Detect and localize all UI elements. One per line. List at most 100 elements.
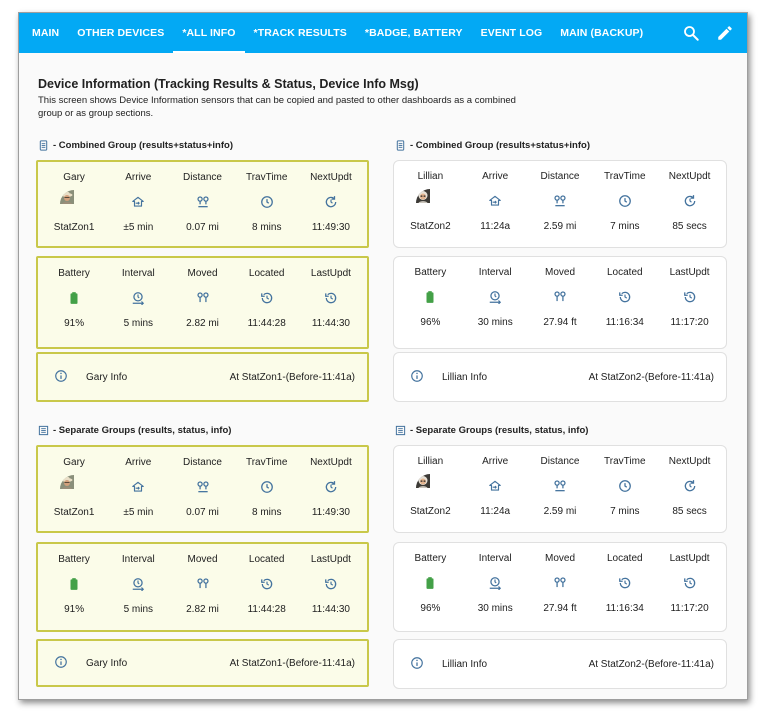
tab-track-results[interactable]: *TRACK RESULTS xyxy=(245,13,356,53)
travtime-cell[interactable]: TravTime 7 mins xyxy=(592,161,657,247)
pencil-icon[interactable] xyxy=(716,24,734,42)
person-cell[interactable]: Lillian StatZon2 xyxy=(398,161,463,247)
travtime-cell[interactable]: TravTime 8 mins xyxy=(235,447,299,531)
person-cell[interactable]: Gary StatZon1 xyxy=(42,162,106,246)
arrive-cell[interactable]: Arrive 11:24a xyxy=(463,161,528,247)
tab-event-log[interactable]: EVENT LOG xyxy=(472,13,552,53)
tab-main-backup[interactable]: MAIN (BACKUP) xyxy=(551,13,652,53)
nextupdt-icon-slot xyxy=(676,474,704,502)
moved-value: 2.82 mi xyxy=(186,604,219,615)
battery-cell[interactable]: Battery 91% xyxy=(42,258,106,347)
moved-label: Moved xyxy=(544,267,575,278)
tab-main[interactable]: MAIN xyxy=(23,13,68,53)
battery-icon xyxy=(67,291,81,310)
travtime-cell[interactable]: TravTime 7 mins xyxy=(592,446,657,532)
battery-value: 96% xyxy=(420,603,441,614)
map-marker-distance-icon xyxy=(553,194,567,213)
avatar[interactable] xyxy=(416,189,444,217)
lastupdt-cell[interactable]: LastUpdt 11:44:30 xyxy=(299,258,363,347)
moved-value: 27.94 ft xyxy=(543,603,577,614)
avatar[interactable] xyxy=(416,474,444,502)
arrive-value: 11:24a xyxy=(480,221,511,232)
distance-cell[interactable]: Distance 0.07 mi xyxy=(170,162,234,246)
arrive-cell[interactable]: Arrive ±5 min xyxy=(106,162,170,246)
interval-label: Interval xyxy=(121,554,155,565)
tab-bar: MAIN OTHER DEVICES *ALL INFO *TRACK RESU… xyxy=(19,13,652,53)
distance-value: 2.59 mi xyxy=(543,506,577,517)
section-title-combined-right: - Combined Group (results+status+info) xyxy=(395,140,590,151)
tab-badge-battery[interactable]: *BADGE, BATTERY xyxy=(356,13,472,53)
lastupdt-icon-slot xyxy=(317,572,345,600)
battery-icon xyxy=(423,576,437,595)
arrive-cell[interactable]: Arrive ±5 min xyxy=(106,447,170,531)
status-row: Battery 96% Interval 30 mins Moved 27.94… xyxy=(394,257,726,348)
timer-sync-icon xyxy=(131,577,145,596)
arrive-cell[interactable]: Arrive 11:24a xyxy=(463,446,528,532)
travtime-label: TravTime xyxy=(604,456,646,467)
nextupdt-label: NextUpdt xyxy=(668,456,711,467)
interval-cell[interactable]: Interval 5 mins xyxy=(106,258,170,347)
person-cell[interactable]: Gary StatZon1 xyxy=(42,447,106,531)
tab-all-info[interactable]: *ALL INFO xyxy=(173,13,245,53)
distance-label: Distance xyxy=(183,172,222,183)
lastupdt-cell[interactable]: LastUpdt 11:17:20 xyxy=(657,543,722,631)
nextupdt-cell[interactable]: NextUpdt 11:49:30 xyxy=(299,447,363,531)
lastupdt-icon-slot xyxy=(676,571,704,599)
located-cell[interactable]: Located 11:44:28 xyxy=(235,258,299,347)
distance-cell[interactable]: Distance 2.59 mi xyxy=(528,446,593,532)
map-marker-distance-icon xyxy=(553,479,567,498)
avatar[interactable] xyxy=(60,190,88,218)
avatar[interactable] xyxy=(60,475,88,503)
person-cell[interactable]: Lillian StatZon2 xyxy=(398,446,463,532)
moved-icon-slot xyxy=(189,572,217,600)
located-icon-slot xyxy=(253,572,281,600)
page-title: Device Information (Tracking Results & S… xyxy=(38,77,419,91)
nextupdt-cell[interactable]: NextUpdt 85 secs xyxy=(657,446,722,532)
moved-cell[interactable]: Moved 27.94 ft xyxy=(528,257,593,348)
distance-value: 0.07 mi xyxy=(186,507,219,518)
distance-cell[interactable]: Distance 2.59 mi xyxy=(528,161,593,247)
interval-cell[interactable]: Interval 30 mins xyxy=(463,257,528,348)
moved-cell[interactable]: Moved 2.82 mi xyxy=(170,544,234,630)
gary-info-card-separate[interactable]: Gary Info At StatZon1-(Before-11:41a) xyxy=(36,639,369,687)
interval-cell[interactable]: Interval 5 mins xyxy=(106,544,170,630)
search-icon[interactable] xyxy=(682,24,700,42)
battery-cell[interactable]: Battery 96% xyxy=(398,543,463,631)
battery-cell[interactable]: Battery 91% xyxy=(42,544,106,630)
distance-icon-slot xyxy=(546,474,574,502)
nextupdt-value: 85 secs xyxy=(672,221,707,232)
info-name: Lillian Info xyxy=(442,658,488,670)
nextupdt-cell[interactable]: NextUpdt 11:49:30 xyxy=(299,162,363,246)
interval-icon-slot xyxy=(124,286,152,314)
history-icon xyxy=(683,576,697,595)
moved-icon-slot xyxy=(546,285,574,313)
person-icon-slot xyxy=(416,189,444,217)
arrive-label: Arrive xyxy=(482,171,509,182)
lillian-info-card-separate[interactable]: Lillian Info At StatZon2-(Before-11:41a) xyxy=(393,639,727,689)
info-state: At StatZon2-(Before-11:41a) xyxy=(588,658,714,670)
nextupdt-cell[interactable]: NextUpdt 85 secs xyxy=(657,161,722,247)
refresh-clock-icon xyxy=(683,194,697,213)
info-name: Gary Info xyxy=(86,657,128,669)
located-cell[interactable]: Located 11:44:28 xyxy=(235,544,299,630)
tab-other-devices[interactable]: OTHER DEVICES xyxy=(68,13,173,53)
lillian-info-card-combined[interactable]: Lillian Info At StatZon2-(Before-11:41a) xyxy=(393,352,727,402)
results-row: Gary StatZon1 Arrive ±5 min Distance 0.0… xyxy=(38,447,367,531)
located-label: Located xyxy=(248,268,285,279)
travtime-value: 8 mins xyxy=(251,507,282,518)
distance-value: 2.59 mi xyxy=(543,221,577,232)
located-cell[interactable]: Located 11:16:34 xyxy=(592,257,657,348)
moved-cell[interactable]: Moved 27.94 ft xyxy=(528,543,593,631)
located-cell[interactable]: Located 11:16:34 xyxy=(592,543,657,631)
gary-info-card-combined[interactable]: Gary Info At StatZon1-(Before-11:41a) xyxy=(36,352,369,402)
battery-label: Battery xyxy=(414,553,447,564)
lastupdt-cell[interactable]: LastUpdt 11:17:20 xyxy=(657,257,722,348)
travtime-cell[interactable]: TravTime 8 mins xyxy=(235,162,299,246)
nextupdt-value: 11:49:30 xyxy=(311,222,350,233)
lastupdt-icon-slot xyxy=(317,286,345,314)
battery-cell[interactable]: Battery 96% xyxy=(398,257,463,348)
interval-cell[interactable]: Interval 30 mins xyxy=(463,543,528,631)
distance-cell[interactable]: Distance 0.07 mi xyxy=(170,447,234,531)
moved-cell[interactable]: Moved 2.82 mi xyxy=(170,258,234,347)
lastupdt-cell[interactable]: LastUpdt 11:44:30 xyxy=(299,544,363,630)
